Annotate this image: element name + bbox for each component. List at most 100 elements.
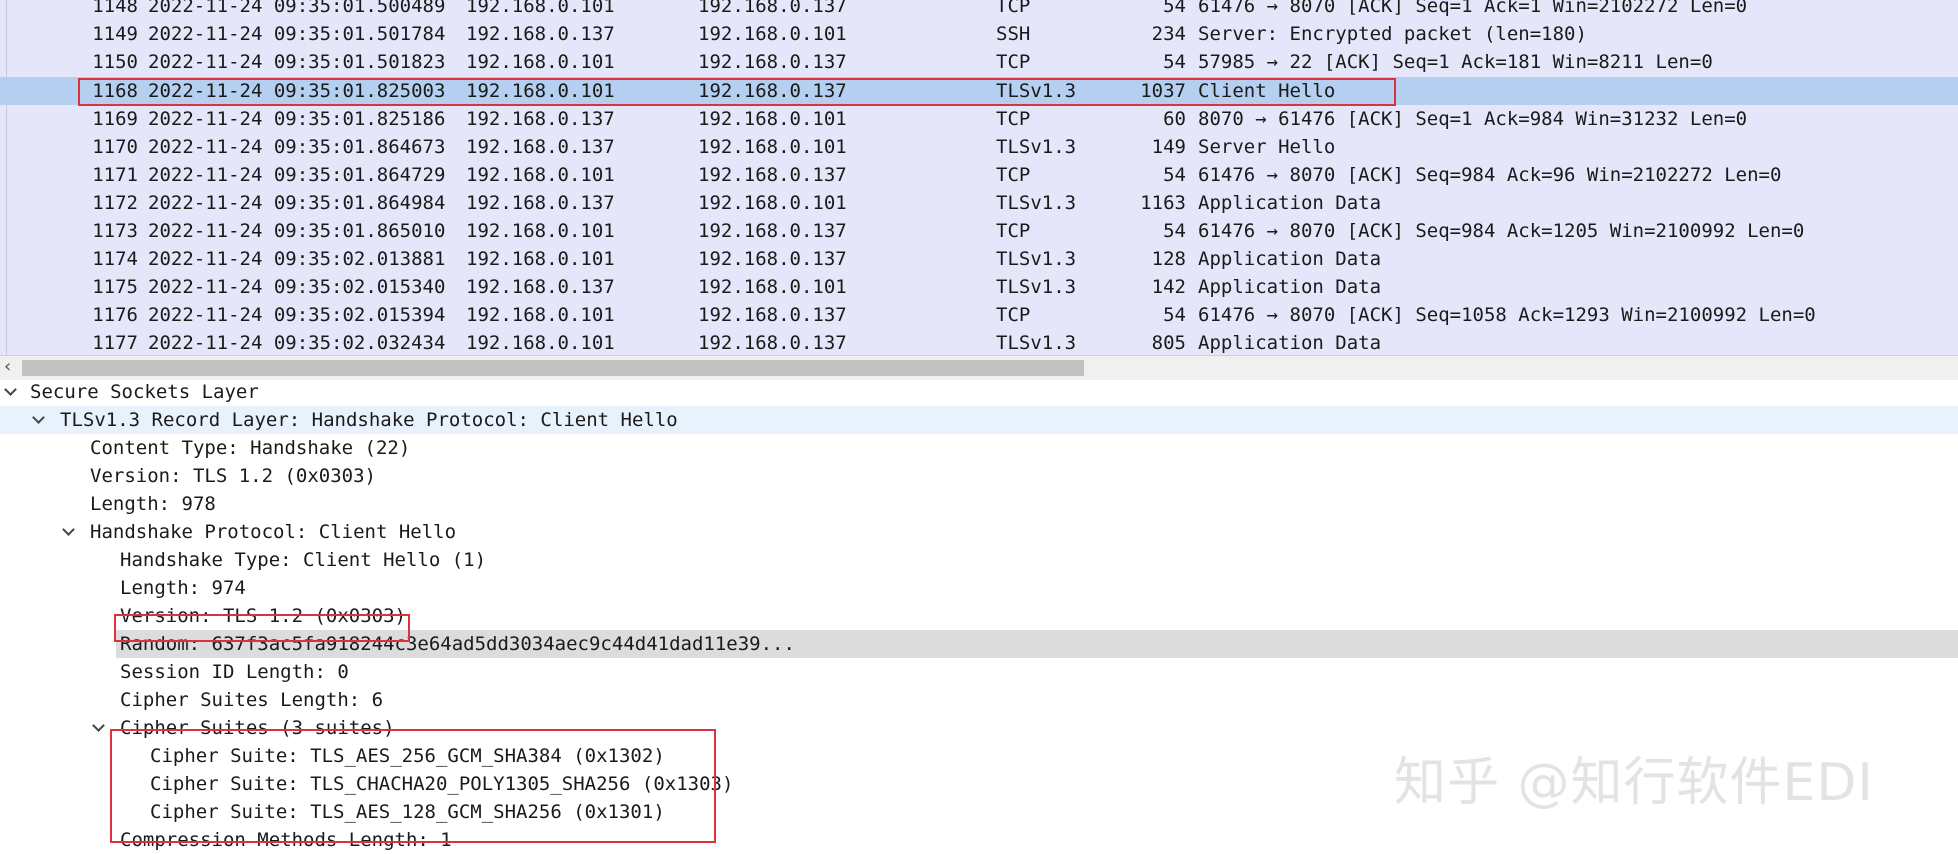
packet-no: 1170	[92, 136, 138, 158]
packet-row-1175[interactable]: 1175 2022-11-24 09:35:02.015340 192.168.…	[0, 273, 1958, 301]
tree-label: Cipher Suites (3 suites)	[120, 717, 395, 739]
packet-row-1149[interactable]: 1149 2022-11-24 09:35:01.501784 192.168.…	[0, 20, 1958, 48]
packet-protocol: TCP	[996, 51, 1031, 73]
packet-source: 192.168.0.101	[466, 304, 615, 326]
tree-field-cipher-suites-length[interactable]: Cipher Suites Length: 6	[0, 686, 1958, 714]
tree-label: Random: 637f3ac5fa918244c3e64ad5dd3034ae…	[120, 633, 795, 655]
packet-source: 192.168.0.137	[466, 136, 615, 158]
packet-info: Server Hello	[1198, 136, 1336, 158]
chevron-down-icon[interactable]	[90, 714, 108, 742]
packet-no: 1172	[92, 192, 138, 214]
packet-destination: 192.168.0.137	[698, 80, 847, 102]
packet-time: 2022-11-24 09:35:02.015394	[148, 304, 446, 326]
packet-length: 128	[1151, 248, 1186, 270]
packet-row-1170[interactable]: 1170 2022-11-24 09:35:01.864673 192.168.…	[0, 133, 1958, 161]
packet-length: 805	[1151, 332, 1186, 354]
packet-no: 1177	[92, 332, 138, 354]
chevron-down-icon[interactable]	[60, 518, 78, 546]
tree-label: Secure Sockets Layer	[30, 381, 259, 403]
tree-node-handshake-protocol[interactable]: Handshake Protocol: Client Hello	[0, 518, 1958, 546]
packet-length: 54	[1163, 0, 1186, 17]
tree-field-record-version[interactable]: Version: TLS 1.2 (0x0303)	[0, 462, 1958, 490]
packet-no: 1176	[92, 304, 138, 326]
packet-row-1171[interactable]: 1171 2022-11-24 09:35:01.864729 192.168.…	[0, 161, 1958, 189]
tree-label: Cipher Suite: TLS_AES_256_GCM_SHA384 (0x…	[150, 745, 665, 767]
packet-protocol: TLSv1.3	[996, 248, 1077, 270]
packet-time: 2022-11-24 09:35:01.864673	[148, 136, 446, 158]
tree-node-cipher-suites[interactable]: Cipher Suites (3 suites)	[0, 714, 1958, 742]
tree-label: Handshake Type: Client Hello (1)	[120, 549, 487, 571]
horizontal-scrollbar[interactable]: ‹	[0, 355, 1958, 381]
packet-source: 192.168.0.101	[466, 51, 615, 73]
chevron-down-icon[interactable]	[2, 380, 20, 406]
scroll-left-arrow-icon[interactable]: ‹	[4, 356, 11, 378]
tree-field-handshake-type[interactable]: Handshake Type: Client Hello (1)	[0, 546, 1958, 574]
packet-row-1176[interactable]: 1176 2022-11-24 09:35:02.015394 192.168.…	[0, 301, 1958, 329]
packet-length: 1163	[1140, 192, 1186, 214]
packet-length: 54	[1163, 304, 1186, 326]
chevron-down-icon[interactable]	[30, 406, 48, 434]
tree-node-ssl[interactable]: Secure Sockets Layer	[0, 380, 1958, 406]
packet-list[interactable]: 1148 2022-11-24 09:35:01.500489 192.168.…	[0, 0, 1958, 355]
packet-no: 1175	[92, 276, 138, 298]
packet-row-1177[interactable]: 1177 2022-11-24 09:35:02.032434 192.168.…	[0, 329, 1958, 355]
tree-field-session-id-length[interactable]: Session ID Length: 0	[0, 658, 1958, 686]
packet-protocol: TCP	[996, 220, 1031, 242]
packet-row-1172[interactable]: 1172 2022-11-24 09:35:01.864984 192.168.…	[0, 189, 1958, 217]
tree-label: Compression Methods Length: 1	[120, 829, 452, 851]
tree-label: Session ID Length: 0	[120, 661, 349, 683]
tree-node-record-layer[interactable]: TLSv1.3 Record Layer: Handshake Protocol…	[0, 406, 1958, 434]
packet-no: 1174	[92, 248, 138, 270]
packet-destination: 192.168.0.137	[698, 0, 847, 17]
packet-no: 1168	[92, 80, 138, 102]
packet-length: 234	[1151, 23, 1186, 45]
packet-length: 60	[1163, 108, 1186, 130]
tree-label: Version: TLS 1.2 (0x0303)	[90, 465, 376, 487]
tree-field-handshake-length[interactable]: Length: 974	[0, 574, 1958, 602]
packet-source: 192.168.0.101	[466, 248, 615, 270]
packet-row-1173[interactable]: 1173 2022-11-24 09:35:01.865010 192.168.…	[0, 217, 1958, 245]
packet-no: 1149	[92, 23, 138, 45]
packet-protocol: TLSv1.3	[996, 276, 1077, 298]
packet-info: 8070 → 61476 [ACK] Seq=1 Ack=984 Win=312…	[1198, 108, 1748, 130]
packet-destination: 192.168.0.137	[698, 304, 847, 326]
packet-time: 2022-11-24 09:35:01.864729	[148, 164, 446, 186]
tree-label: Cipher Suite: TLS_CHACHA20_POLY1305_SHA2…	[150, 773, 734, 795]
packet-info: Client Hello	[1198, 80, 1336, 102]
packet-no: 1169	[92, 108, 138, 130]
packet-row-1174[interactable]: 1174 2022-11-24 09:35:02.013881 192.168.…	[0, 245, 1958, 273]
packet-destination: 192.168.0.101	[698, 136, 847, 158]
packet-source: 192.168.0.137	[466, 108, 615, 130]
packet-protocol: TLSv1.3	[996, 136, 1077, 158]
scrollbar-thumb[interactable]	[22, 360, 1084, 376]
packet-length: 142	[1151, 276, 1186, 298]
packet-no: 1150	[92, 51, 138, 73]
packet-time: 2022-11-24 09:35:02.015340	[148, 276, 446, 298]
packet-source: 192.168.0.137	[466, 276, 615, 298]
packet-destination: 192.168.0.137	[698, 164, 847, 186]
tree-label: Cipher Suite: TLS_AES_128_GCM_SHA256 (0x…	[150, 801, 665, 823]
packet-protocol: SSH	[996, 23, 1031, 45]
packet-row-1148[interactable]: 1148 2022-11-24 09:35:01.500489 192.168.…	[0, 0, 1958, 20]
tree-label: Length: 974	[120, 577, 246, 599]
tree-label: Handshake Protocol: Client Hello	[90, 521, 457, 543]
packet-info: 57985 → 22 [ACK] Seq=1 Ack=181 Win=8211 …	[1198, 51, 1713, 73]
packet-protocol: TCP	[996, 304, 1031, 326]
packet-info: Application Data	[1198, 248, 1382, 270]
tree-field-compression-methods-length[interactable]: Compression Methods Length: 1	[0, 826, 1958, 854]
tree-field-random[interactable]: Random: 637f3ac5fa918244c3e64ad5dd3034ae…	[116, 630, 1958, 658]
packet-source: 192.168.0.101	[466, 220, 615, 242]
packet-row-1150[interactable]: 1150 2022-11-24 09:35:01.501823 192.168.…	[0, 48, 1958, 76]
packet-time: 2022-11-24 09:35:01.500489	[148, 0, 446, 17]
packet-destination: 192.168.0.137	[698, 332, 847, 354]
packet-source: 192.168.0.101	[466, 0, 615, 17]
tree-field-handshake-version[interactable]: Version: TLS 1.2 (0x0303)	[0, 602, 1958, 630]
packet-time: 2022-11-24 09:35:01.865010	[148, 220, 446, 242]
packet-row-1168-selected[interactable]: 1168 2022-11-24 09:35:01.825003 192.168.…	[0, 77, 1958, 105]
packet-row-1169[interactable]: 1169 2022-11-24 09:35:01.825186 192.168.…	[0, 105, 1958, 133]
packet-length: 54	[1163, 164, 1186, 186]
tree-field-record-length[interactable]: Length: 978	[0, 490, 1958, 518]
packet-no: 1148	[92, 0, 138, 17]
packet-protocol: TLSv1.3	[996, 80, 1077, 102]
tree-field-content-type[interactable]: Content Type: Handshake (22)	[0, 434, 1958, 462]
